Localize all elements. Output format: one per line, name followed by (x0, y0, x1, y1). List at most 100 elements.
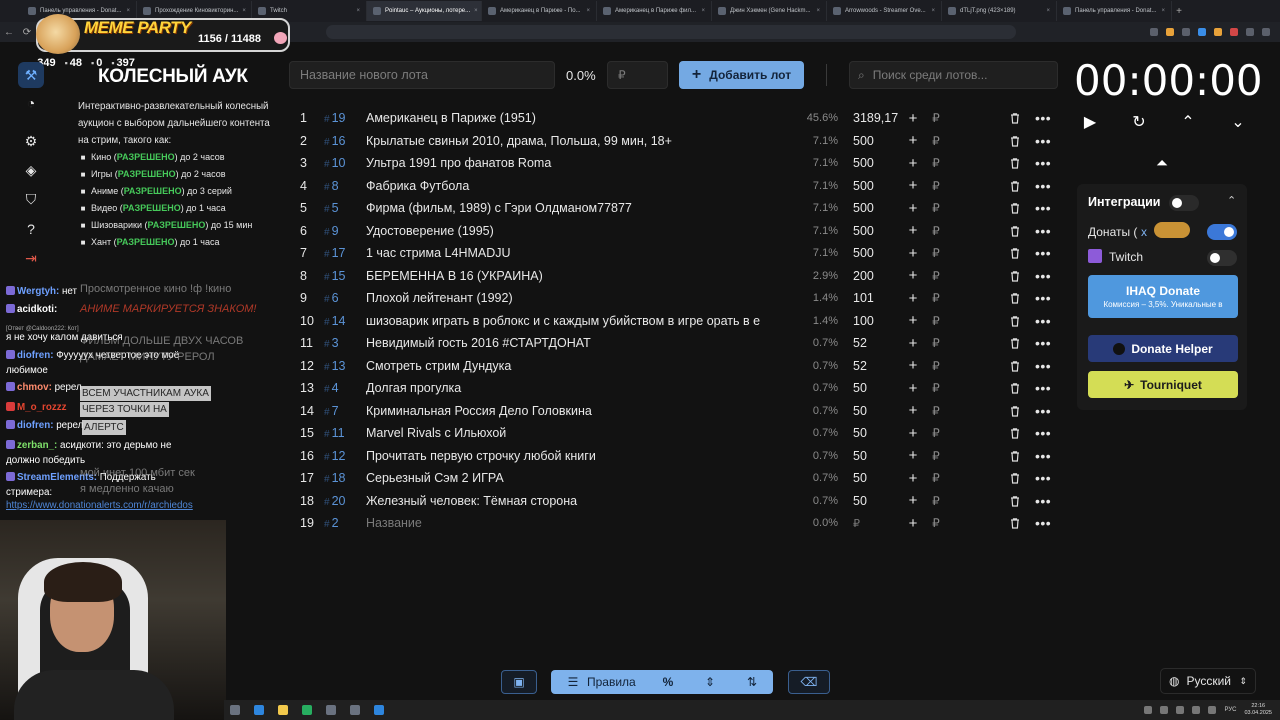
currency-input[interactable]: ₽ (928, 404, 944, 418)
currency-input[interactable]: ₽ (928, 516, 944, 530)
explorer-taskbar-icon[interactable] (278, 705, 288, 715)
more-icon[interactable]: ••• (1035, 403, 1051, 419)
lot-amount-input[interactable]: 500 (838, 156, 898, 170)
app-taskbar-icon[interactable] (374, 705, 384, 715)
trash-icon[interactable] (1009, 337, 1021, 349)
lot-amount-input[interactable]: 50 (838, 494, 898, 508)
extension-icon[interactable] (1246, 28, 1254, 36)
lot-amount-input[interactable]: 500 (838, 224, 898, 238)
steam-taskbar-icon[interactable] (326, 705, 336, 715)
save-icon[interactable]: ▣ (501, 670, 537, 694)
play-icon[interactable]: ▶ (1079, 112, 1101, 132)
volume-icon[interactable] (1208, 706, 1217, 714)
currency-input[interactable]: ₽ (928, 224, 944, 238)
more-icon[interactable]: ••• (1035, 448, 1051, 464)
currency-input[interactable]: ₽ (928, 471, 944, 485)
lot-amount-input[interactable]: 52 (838, 336, 898, 350)
lot-name-input[interactable]: Смотреть стрим Дундука (366, 359, 790, 373)
lot-amount-input[interactable]: 500 (838, 134, 898, 148)
logout-icon[interactable]: ⇥ (18, 245, 44, 271)
more-icon[interactable]: ••• (1035, 515, 1051, 531)
gear-icon[interactable]: ⚙ (18, 128, 44, 154)
lot-name-input[interactable]: Криминальная Россия Дело Головкина (366, 404, 790, 418)
trash-icon[interactable] (1009, 472, 1021, 484)
chat-username[interactable]: chmov: (17, 382, 52, 393)
add-amount-icon[interactable]: + (898, 357, 928, 374)
layers-icon[interactable]: ◈ (18, 157, 44, 183)
trash-icon[interactable] (1009, 112, 1021, 124)
add-amount-icon[interactable]: + (898, 200, 928, 217)
more-icon[interactable]: ••• (1035, 493, 1051, 509)
lot-amount-input[interactable]: 100 (838, 314, 898, 328)
app-taskbar-icon[interactable] (302, 705, 312, 715)
system-clock[interactable]: 22:16 03.04.2025 (1244, 703, 1272, 717)
browser-tab[interactable]: Джин Хэкмен (Gene Hackm... × (712, 1, 827, 21)
more-icon[interactable]: ••• (1035, 335, 1051, 351)
tab-close-icon[interactable]: × (1046, 8, 1050, 14)
trash-icon[interactable] (1009, 517, 1021, 529)
tray-icon[interactable] (1144, 706, 1153, 714)
twitch-toggle[interactable] (1207, 250, 1237, 266)
currency-input[interactable]: ₽ (928, 449, 944, 463)
add-amount-icon[interactable]: + (898, 267, 928, 284)
trash-icon[interactable] (1009, 495, 1021, 507)
currency-input[interactable]: ₽ (928, 314, 944, 328)
more-icon[interactable]: ••• (1035, 155, 1051, 171)
trash-icon[interactable] (1009, 427, 1021, 439)
chat-username[interactable]: acidkoti: (17, 304, 57, 315)
zoom-icon[interactable] (1150, 28, 1158, 36)
lot-amount-input[interactable]: 50 (838, 381, 898, 395)
extension-icon[interactable] (1182, 28, 1190, 36)
network-icon[interactable] (1192, 706, 1201, 714)
lot-name-input[interactable]: Американец в Париже (1951) (366, 111, 790, 125)
tab-close-icon[interactable]: × (126, 8, 130, 14)
add-amount-icon[interactable]: + (898, 177, 928, 194)
lot-name-input[interactable]: Удостоверение (1995) (366, 224, 790, 238)
lot-amount-input[interactable]: 50 (838, 471, 898, 485)
new-lot-amount-input[interactable]: ₽ (607, 61, 668, 89)
chat-username[interactable]: Wergtyh: (17, 286, 59, 297)
more-icon[interactable]: ••• (1035, 290, 1051, 306)
chevron-up-icon[interactable]: ⌃ (1227, 194, 1236, 207)
lot-name-input[interactable]: Marvel Rivals с Ильюхой (366, 426, 790, 440)
chevron-down-icon[interactable]: ⌄ (1227, 112, 1249, 132)
hammer-icon[interactable]: ⚒ (18, 62, 44, 88)
lot-name-input[interactable]: Долгая прогулка (366, 381, 790, 395)
currency-input[interactable]: ₽ (928, 111, 944, 125)
currency-input[interactable]: ₽ (928, 179, 944, 193)
integrations-toggle[interactable] (1169, 195, 1199, 211)
more-icon[interactable]: ••• (1035, 223, 1051, 239)
more-icon[interactable]: ••• (1035, 110, 1051, 126)
lot-amount-input[interactable]: 50 (838, 449, 898, 463)
add-amount-icon[interactable]: + (898, 290, 928, 307)
rules-icon[interactable]: ☰ (565, 675, 581, 689)
chat-username[interactable]: M_o_rozzz (17, 402, 67, 413)
sort-icon[interactable]: ⇅ (731, 675, 773, 689)
tab-close-icon[interactable]: × (816, 8, 820, 14)
address-bar[interactable] (326, 25, 1016, 39)
browser-tab[interactable]: Панель управления - Donat... × (1057, 1, 1172, 21)
donate-helper-button[interactable]: Donate Helper (1088, 335, 1238, 362)
currency-input[interactable]: ₽ (928, 246, 944, 260)
trash-icon[interactable] (1009, 270, 1021, 282)
new-tab-icon[interactable]: + (1172, 6, 1186, 17)
add-amount-icon[interactable]: + (898, 222, 928, 239)
more-icon[interactable]: ••• (1035, 200, 1051, 216)
add-amount-icon[interactable]: + (898, 515, 928, 532)
more-icon[interactable]: ••• (1035, 245, 1051, 261)
lot-name-input[interactable]: шизоварик играть в роблокс и с каждым уб… (366, 314, 790, 328)
chevron-up-icon[interactable]: ⌃ (1177, 112, 1199, 132)
currency-input[interactable]: ₽ (928, 134, 944, 148)
trash-icon[interactable] (1009, 450, 1021, 462)
tab-close-icon[interactable]: × (356, 8, 360, 14)
more-icon[interactable]: ••• (1035, 380, 1051, 396)
lot-name-input[interactable]: Крылатые свиньи 2010, драма, Польша, 99 … (366, 134, 790, 148)
lot-amount-input[interactable]: 101 (838, 291, 898, 305)
help-icon[interactable]: ? (18, 216, 44, 242)
lot-name-input[interactable]: Серьезный Сэм 2 ИГРА (366, 471, 790, 485)
lot-amount-input[interactable]: 50 (838, 404, 898, 418)
chat-link[interactable]: https://www.donationalerts.com/r/archied… (6, 500, 193, 511)
tourniquet-button[interactable]: ✈ Tourniquet (1088, 371, 1238, 398)
trash-icon[interactable] (1009, 382, 1021, 394)
add-amount-icon[interactable]: + (898, 245, 928, 262)
